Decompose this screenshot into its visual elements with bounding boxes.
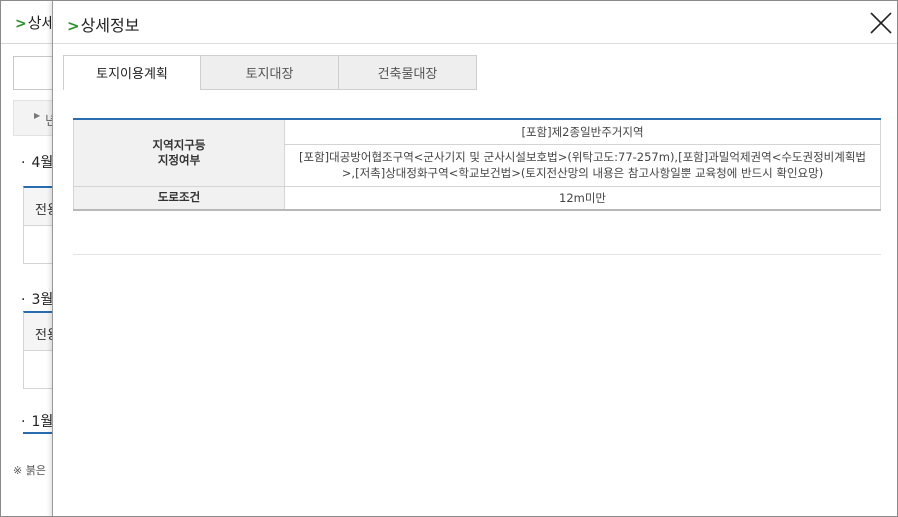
window-frame: >상세 ▶ 년 ·4월 전용 ·3월 전용 ·1월 ※ 붉은 >상세정보 xyxy=(0,0,898,517)
tab-land-use-plan[interactable]: 토지이용계획 xyxy=(63,55,201,90)
close-icon xyxy=(870,12,892,34)
tab-bar: 토지이용계획 토지대장 건축물대장 xyxy=(63,55,477,90)
table-row: 지역지구등 지정여부 [포함]제2종일반주거지역 xyxy=(73,118,881,187)
chevron-right-icon: > xyxy=(67,17,80,35)
land-use-table: 지역지구등 지정여부 [포함]제2종일반주거지역 [포함]대공방어협조구역<군사기… xyxy=(73,118,881,211)
background-note: ※ 붉은 xyxy=(13,464,46,477)
detail-modal: >상세정보 토지이용계획 토지대장 건축물대장 지역지구등 지정여부 [포함]제2… xyxy=(52,1,897,516)
tab-building-register[interactable]: 건축물대장 xyxy=(339,55,477,90)
close-button[interactable] xyxy=(869,11,893,35)
road-condition-value: 12m미만 xyxy=(284,185,881,211)
chevron-right-icon: > xyxy=(15,16,27,32)
tab-underline xyxy=(63,89,476,90)
zone-designation-primary: [포함]제2종일반주거지역 xyxy=(284,118,881,145)
road-condition-header: 도로조건 xyxy=(73,185,285,211)
modal-header: >상세정보 xyxy=(53,1,897,44)
table-row: 도로조건 12m미만 xyxy=(73,185,881,211)
triangle-right-icon: ▶ xyxy=(34,111,41,120)
background-month-heading: · 4월 xyxy=(21,155,54,171)
background-page-title: >상세 xyxy=(15,12,55,33)
content-divider xyxy=(73,254,881,255)
zone-designation-details: [포함]대공방어협조구역<군사기지 및 군사시설보호법>(위탁고도:77-257… xyxy=(284,143,881,187)
modal-title-text: 상세정보 xyxy=(80,16,140,35)
background-month-heading: · 1월 xyxy=(21,414,54,430)
modal-title: >상세정보 xyxy=(67,12,139,36)
background-month-heading: · 3월 xyxy=(21,292,54,308)
zone-designation-header: 지역지구등 지정여부 xyxy=(73,118,285,187)
tab-land-register[interactable]: 토지대장 xyxy=(201,55,339,90)
